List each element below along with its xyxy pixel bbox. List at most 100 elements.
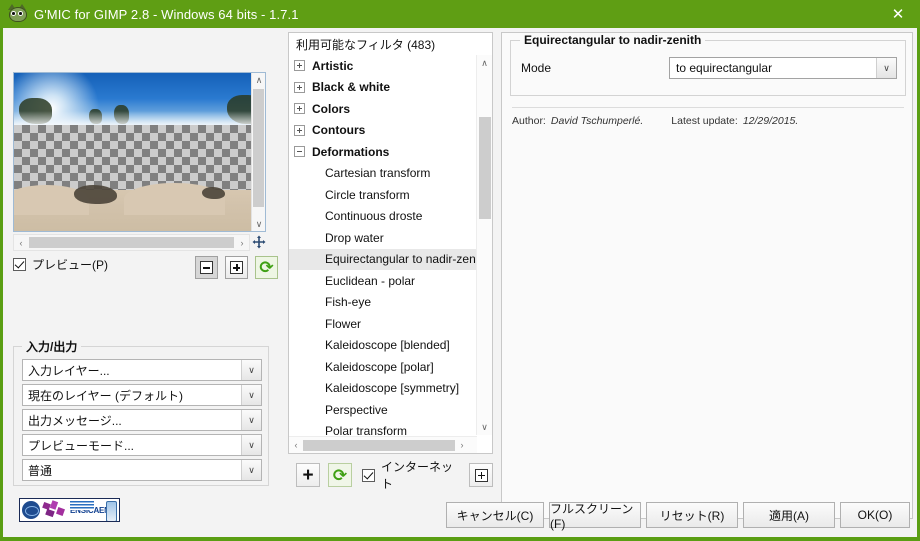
preview-checkbox[interactable]: プレビュー(P) bbox=[13, 256, 108, 273]
preview-pane[interactable]: ∧ ∨ bbox=[13, 72, 266, 232]
tree-scroll-down-icon[interactable]: ∨ bbox=[477, 419, 492, 435]
filter-item-row[interactable]: Kaleidoscope [blended] bbox=[289, 335, 477, 357]
preview-vertical-scrollbar[interactable]: ∧ ∨ bbox=[251, 73, 265, 231]
preview-checkbox-box[interactable] bbox=[13, 258, 26, 271]
chevron-down-icon[interactable]: ∨ bbox=[241, 360, 261, 380]
chevron-down-icon[interactable]: ∨ bbox=[241, 410, 261, 430]
filter-tree-vertical-scrollbar[interactable]: ∧ ∨ bbox=[476, 55, 492, 435]
internet-checkbox-label: インターネット bbox=[381, 460, 454, 491]
fullscreen-button-label: フルスクリーン(F) bbox=[550, 501, 634, 531]
filter-row-label: Cartesian transform bbox=[325, 166, 431, 181]
filter-item-row[interactable]: Perspective bbox=[289, 399, 477, 421]
zoom-in-button[interactable] bbox=[225, 256, 248, 279]
close-icon[interactable]: ✕ bbox=[876, 0, 920, 28]
input-layers-value: 入力レイヤー... bbox=[28, 363, 110, 378]
tree-vscroll-thumb[interactable] bbox=[479, 117, 491, 219]
filter-row-label: Kaleidoscope [polar] bbox=[325, 359, 434, 374]
zoom-out-button[interactable] bbox=[195, 256, 218, 279]
expand-icon[interactable] bbox=[294, 60, 305, 72]
add-fave-button[interactable] bbox=[469, 463, 493, 487]
chevron-down-icon[interactable]: ∨ bbox=[241, 460, 261, 480]
apply-button-label: 適用(A) bbox=[769, 508, 809, 523]
tree-scroll-up-icon[interactable]: ∧ bbox=[477, 55, 492, 71]
output-messages-combo[interactable]: 出力メッセージ... ∨ bbox=[22, 409, 262, 431]
current-layer-combo[interactable]: 現在のレイヤー (デフォルト) ∨ bbox=[22, 384, 262, 406]
author-key: Author: bbox=[512, 115, 546, 127]
filter-category-row[interactable]: Deformations bbox=[289, 141, 477, 163]
filter-item-row[interactable]: Fish-eye bbox=[289, 292, 477, 314]
preview-mode-combo[interactable]: プレビューモード... ∨ bbox=[22, 434, 262, 456]
output-messages-value: 出力メッセージ... bbox=[28, 413, 122, 428]
filter-item-row[interactable]: Cartesian transform bbox=[289, 163, 477, 185]
cancel-button-label: キャンセル(C) bbox=[456, 508, 534, 523]
plus-icon: + bbox=[302, 464, 314, 486]
apply-button[interactable]: 適用(A) bbox=[743, 502, 835, 528]
chevron-down-icon[interactable]: ∨ bbox=[241, 435, 261, 455]
filter-item-row[interactable]: Continuous droste bbox=[289, 206, 477, 228]
preview-scroll-right-icon[interactable]: › bbox=[235, 235, 249, 250]
tree-hscroll-thumb[interactable] bbox=[303, 439, 455, 451]
minus-icon bbox=[200, 261, 213, 274]
window-title: G'MIC for GIMP 2.8 - Windows 64 bits - 1… bbox=[34, 6, 299, 22]
filter-item-row[interactable]: Drop water bbox=[289, 227, 477, 249]
title-bar: G'MIC for GIMP 2.8 - Windows 64 bits - 1… bbox=[0, 0, 920, 28]
preview-scroll-down-icon[interactable]: ∨ bbox=[252, 217, 265, 231]
mode-value: to equirectangular bbox=[676, 61, 773, 75]
collapse-icon[interactable] bbox=[294, 146, 305, 158]
expand-icon[interactable] bbox=[294, 81, 305, 93]
filter-item-row[interactable]: Circle transform bbox=[289, 184, 477, 206]
filter-tree-column: 利用可能なフィルタ (483) Artistic Black & white Col… bbox=[288, 32, 493, 519]
add-filter-button[interactable]: + bbox=[296, 463, 320, 487]
client-area: ∧ ∨ ‹ › プレビュー(P) ⟳ 入力/出力 入力レイヤー... ∨ 現在の… bbox=[3, 28, 917, 537]
internet-checkbox-box[interactable] bbox=[362, 468, 375, 482]
ok-button-label: OK(O) bbox=[857, 508, 893, 522]
preview-hscroll-thumb[interactable] bbox=[29, 237, 234, 248]
filter-row-label: Fish-eye bbox=[325, 295, 372, 310]
input-output-group: 入力/出力 入力レイヤー... ∨ 現在のレイヤー (デフォルト) ∨ 出力メッ… bbox=[13, 338, 269, 486]
filter-tree-panel[interactable]: 利用可能なフィルタ (483) Artistic Black & white Col… bbox=[288, 32, 493, 454]
filter-parameters-title: Equirectangular to nadir-zenith bbox=[520, 33, 706, 47]
reset-button[interactable]: リセット(R) bbox=[646, 502, 738, 528]
input-layers-combo[interactable]: 入力レイヤー... ∨ bbox=[22, 359, 262, 381]
filter-category-row[interactable]: Black & white bbox=[289, 77, 477, 99]
refresh-filters-button[interactable]: ⟳ bbox=[328, 463, 352, 487]
filter-tree-toolbar: + ⟳ インターネット bbox=[288, 458, 493, 492]
cancel-button[interactable]: キャンセル(C) bbox=[446, 502, 544, 528]
author-value: David Tschumperlé. bbox=[550, 115, 644, 127]
expand-icon[interactable] bbox=[294, 124, 305, 136]
chevron-down-icon[interactable]: ∨ bbox=[241, 385, 261, 405]
filter-tree-list[interactable]: Artistic Black & white Colors Contours Defor… bbox=[289, 55, 477, 453]
preview-scroll-up-icon[interactable]: ∧ bbox=[252, 73, 265, 87]
tree-scroll-left-icon[interactable]: ‹ bbox=[289, 438, 303, 453]
preview-scroll-left-icon[interactable]: ‹ bbox=[14, 235, 28, 250]
fullscreen-button[interactable]: フルスクリーン(F) bbox=[549, 501, 641, 531]
filter-item-row[interactable]: Kaleidoscope [symmetry] bbox=[289, 378, 477, 400]
tree-scroll-right-icon[interactable]: › bbox=[455, 438, 469, 453]
metadata-separator bbox=[512, 107, 904, 108]
filter-item-row[interactable]: Euclidean - polar bbox=[289, 270, 477, 292]
preview-checkbox-label: プレビュー(P) bbox=[32, 258, 108, 272]
internet-checkbox[interactable]: インターネット bbox=[362, 458, 462, 492]
preview-horizontal-scrollbar[interactable]: ‹ › bbox=[13, 234, 250, 251]
filter-item-row[interactable]: Equirectangular to nadir-zenith bbox=[289, 248, 477, 270]
filter-tree-header: 利用可能なフィルタ (483) bbox=[289, 33, 492, 55]
filter-category-row[interactable]: Colors bbox=[289, 98, 477, 120]
filter-row-label: Equirectangular to nadir-zenith bbox=[325, 252, 477, 267]
preview-vscroll-thumb[interactable] bbox=[253, 89, 264, 207]
filter-tree-horizontal-scrollbar[interactable]: ‹ › bbox=[289, 436, 477, 453]
filter-category-row[interactable]: Artistic bbox=[289, 55, 477, 77]
gmic-app-icon bbox=[8, 4, 27, 23]
filter-row-label: Kaleidoscope [blended] bbox=[325, 338, 450, 353]
expand-icon[interactable] bbox=[294, 103, 305, 115]
filter-item-row[interactable]: Kaleidoscope [polar] bbox=[289, 356, 477, 378]
preview-size-combo[interactable]: 普通 ∨ bbox=[22, 459, 262, 481]
refresh-icon: ⟳ bbox=[332, 465, 348, 485]
filter-item-row[interactable]: Flower bbox=[289, 313, 477, 335]
chevron-down-icon[interactable]: ∨ bbox=[876, 58, 896, 78]
ok-button[interactable]: OK(O) bbox=[840, 502, 910, 528]
filter-category-row[interactable]: Contours bbox=[289, 120, 477, 142]
preview-rock-mid bbox=[74, 185, 117, 204]
preview-refresh-button[interactable]: ⟳ bbox=[255, 256, 278, 279]
pan-move-icon[interactable] bbox=[252, 235, 266, 249]
mode-combo[interactable]: to equirectangular ∨ bbox=[669, 57, 897, 79]
